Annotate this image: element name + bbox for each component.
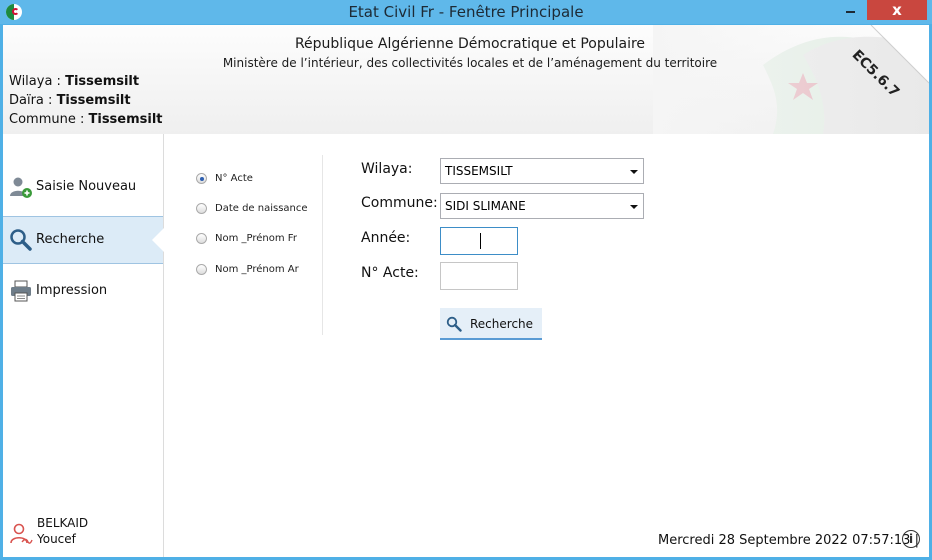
vertical-divider: [322, 155, 323, 335]
current-user: BELKAID Youcef: [3, 514, 163, 554]
sidebar-item-label: Saisie Nouveau: [36, 179, 137, 194]
sidebar-item-label: Recherche: [36, 232, 105, 247]
n-acte-label: N° Acte:: [361, 265, 419, 281]
sidebar-item-recherche[interactable]: Recherche: [3, 216, 164, 264]
sidebar-item-saisie-nouveau[interactable]: Saisie Nouveau: [3, 164, 163, 210]
wilaya-label: Wilaya:: [361, 161, 413, 177]
title-bar: Etat Civil Fr - Fenêtre Principale x: [0, 0, 932, 24]
chevron-down-icon: [630, 205, 638, 209]
commune-label: Commune:: [361, 195, 438, 211]
republic-title: République Algérienne Démocratique et Po…: [294, 36, 646, 52]
search-icon: [446, 316, 462, 332]
minimize-button[interactable]: [840, 4, 862, 18]
wilaya-select-value: TISSEMSILT: [445, 164, 513, 178]
printer-icon: [9, 279, 33, 303]
user-signature-icon: [9, 522, 33, 546]
search-button[interactable]: Recherche: [440, 308, 542, 340]
header-banner: République Algérienne Démocratique et Po…: [3, 25, 929, 134]
search-button-label: Recherche: [470, 317, 534, 331]
ministry-title: Ministère de l’intérieur, des collectivi…: [222, 56, 718, 70]
main-window: République Algérienne Démocratique et Po…: [3, 25, 929, 557]
chevron-down-icon: [630, 170, 638, 174]
wilaya-select[interactable]: TISSEMSILT: [440, 158, 644, 184]
sidebar-item-impression[interactable]: Impression: [3, 268, 163, 314]
info-icon[interactable]: i: [902, 530, 920, 548]
user-name-line1: BELKAID: [37, 516, 89, 530]
text-caret: [480, 233, 481, 249]
wilaya-info: Wilaya : Tissemsilt: [9, 74, 140, 89]
commune-info: Commune : Tissemsilt: [9, 112, 163, 127]
radio-label: N° Acte: [215, 173, 253, 184]
radio-label: Date de naissance: [215, 203, 308, 214]
search-icon: [9, 228, 33, 252]
annee-input[interactable]: [440, 227, 518, 255]
sidebar-item-label: Impression: [36, 283, 108, 298]
commune-select-value: SIDI SLIMANE: [445, 199, 526, 213]
radio-dot: [196, 233, 207, 244]
sidebar: Saisie Nouveau Recherche Impression BELK…: [3, 134, 164, 557]
add-user-icon: [9, 175, 33, 199]
radio-dot: [196, 203, 207, 214]
radio-dot: [196, 173, 207, 184]
window-title: Etat Civil Fr - Fenêtre Principale: [348, 3, 584, 21]
status-datetime: Mercredi 28 Septembre 2022 07:57:13 |: [658, 533, 919, 548]
radio-label: Nom _Prénom Ar: [215, 264, 299, 275]
n-acte-input[interactable]: [440, 262, 518, 290]
close-button[interactable]: x: [867, 0, 927, 20]
commune-select[interactable]: SIDI SLIMANE: [440, 193, 644, 219]
daira-info: Daïra : Tissemsilt: [9, 93, 131, 108]
annee-label: Année:: [361, 230, 411, 246]
user-name-line2: Youcef: [37, 532, 76, 546]
radio-label: Nom _Prénom Fr: [215, 233, 297, 244]
radio-dot: [196, 264, 207, 275]
